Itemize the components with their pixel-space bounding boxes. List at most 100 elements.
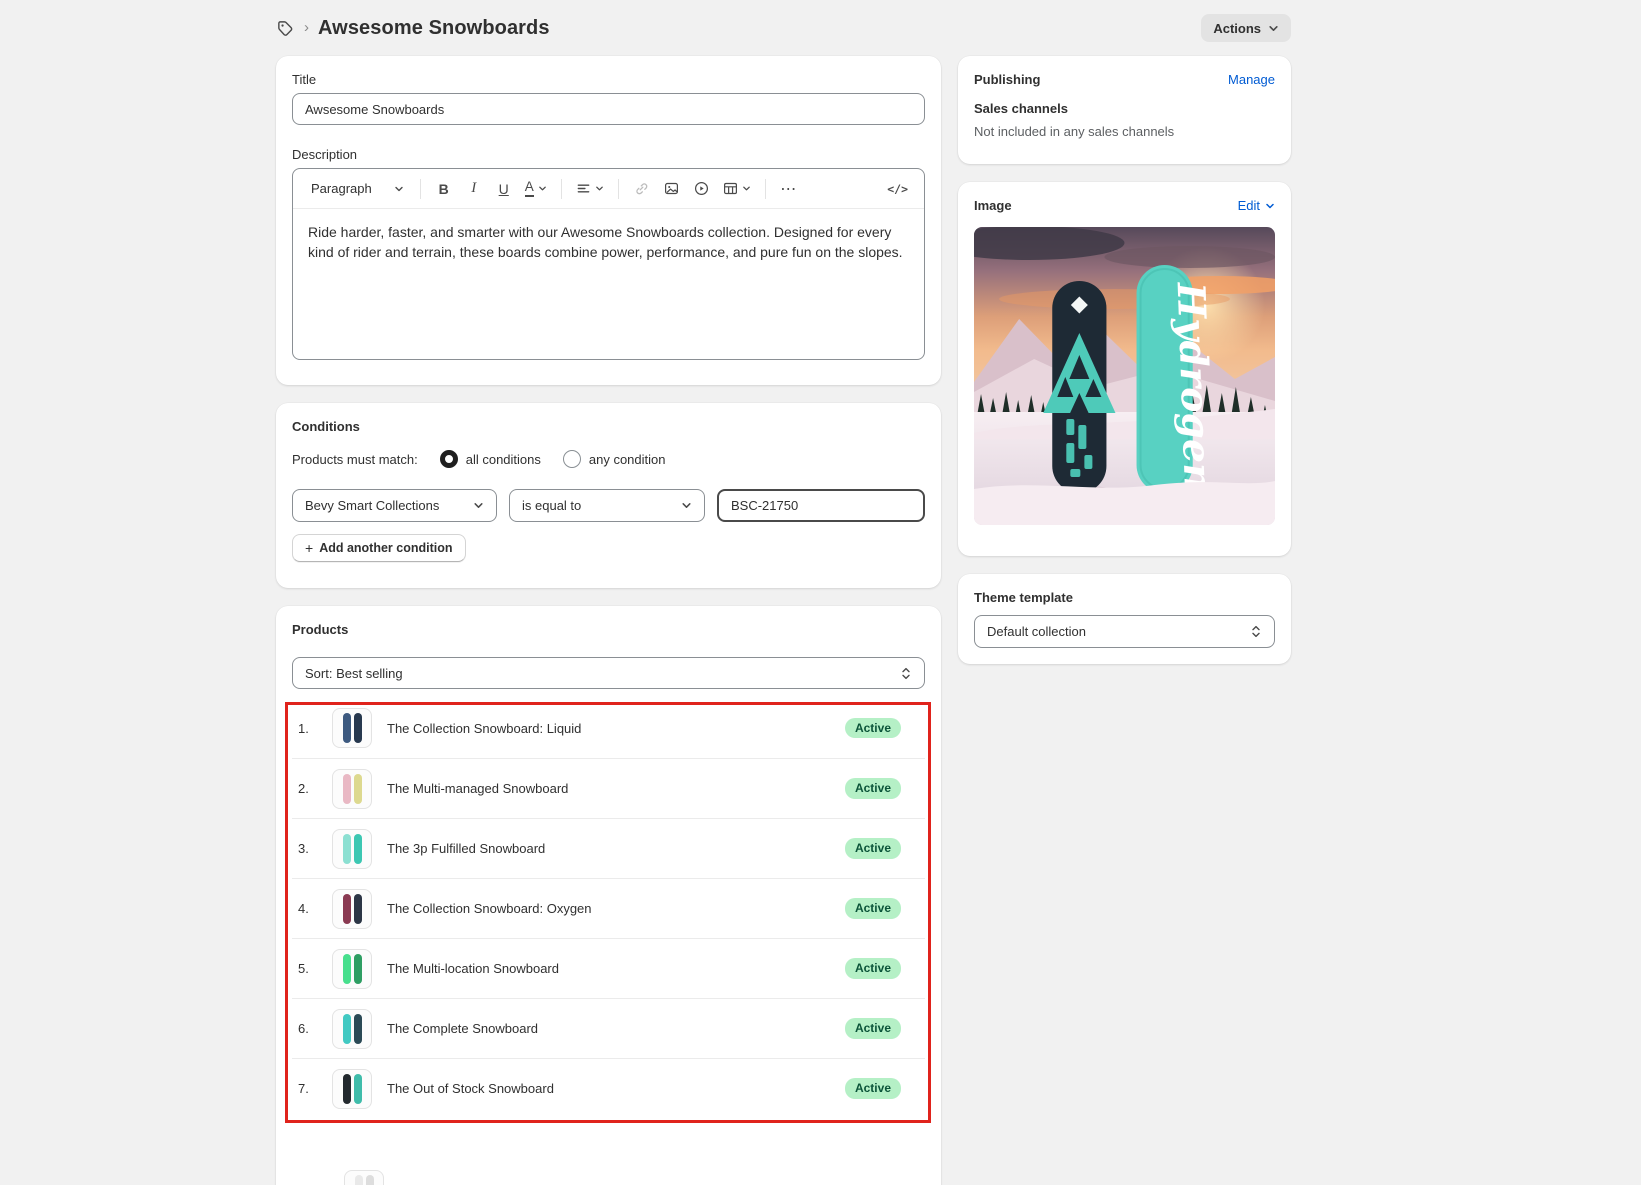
match-label: Products must match: <box>292 452 418 467</box>
condition-value-input[interactable] <box>717 489 925 522</box>
radio-all-conditions[interactable]: all conditions <box>440 450 541 468</box>
title-input[interactable] <box>292 93 925 125</box>
theme-template-heading: Theme template <box>974 590 1275 605</box>
toolbar-divider <box>561 179 562 199</box>
paragraph-style-dropdown[interactable]: Paragraph <box>305 176 410 202</box>
product-title-link[interactable]: The Collection Snowboard: Liquid <box>387 721 581 736</box>
sales-channels-label: Sales channels <box>974 101 1275 116</box>
link-icon[interactable] <box>629 176 655 202</box>
product-list-item[interactable]: 3. The 3p Fulfilled Snowboard Active <box>292 818 925 878</box>
product-list: 1. The Collection Snowboard: Liquid Acti… <box>292 698 925 1118</box>
select-stepper-icon <box>1250 624 1262 639</box>
page-header: › Awsesome Snowboards Actions <box>276 0 1291 56</box>
products-card: Products Sort: Best selling 1. The Colle… <box>276 606 941 1185</box>
product-thumbnail <box>332 1069 372 1109</box>
product-thumbnail <box>332 1009 372 1049</box>
product-title-link[interactable]: The Multi-managed Snowboard <box>387 781 568 796</box>
product-title-link[interactable]: The Complete Snowboard <box>387 1021 538 1036</box>
insert-video-icon[interactable] <box>689 176 715 202</box>
theme-template-card: Theme template Default collection <box>958 574 1291 664</box>
product-index: 5. <box>298 961 320 976</box>
radio-unselected-icon <box>563 450 581 468</box>
italic-button[interactable]: I <box>461 176 487 202</box>
product-thumbnail <box>332 829 372 869</box>
chevron-down-icon <box>595 184 604 193</box>
product-thumbnail <box>344 1170 384 1185</box>
product-index: 1. <box>298 721 320 736</box>
collection-detail-page: › Awsesome Snowboards Actions Title Desc… <box>0 0 1641 1185</box>
show-html-button[interactable]: </> <box>883 176 912 202</box>
condition-operator-select[interactable]: is equal to <box>509 489 705 522</box>
collection-image[interactable]: Hydrogen <box>974 227 1275 525</box>
product-list-item[interactable]: 1. The Collection Snowboard: Liquid Acti… <box>292 698 925 758</box>
conditions-heading: Conditions <box>292 419 925 434</box>
publishing-card: Publishing Manage Sales channels Not inc… <box>958 56 1291 164</box>
radio-all-label: all conditions <box>466 452 541 467</box>
insert-image-icon[interactable] <box>659 176 685 202</box>
board-brand-text: Hydrogen <box>1169 281 1221 492</box>
chevron-down-icon <box>681 500 692 511</box>
product-title-link[interactable]: The Out of Stock Snowboard <box>387 1081 554 1096</box>
product-list-item[interactable]: 5. The Multi-location Snowboard Active <box>292 938 925 998</box>
image-card: Image Edit <box>958 182 1291 556</box>
chevron-down-icon <box>1265 201 1275 211</box>
page-title: Awsesome Snowboards <box>318 17 550 40</box>
status-badge: Active <box>845 1078 901 1098</box>
image-heading: Image <box>974 198 1012 213</box>
sales-channels-status: Not included in any sales channels <box>974 124 1275 139</box>
bold-button[interactable]: B <box>431 176 457 202</box>
underline-button[interactable]: U <box>491 176 517 202</box>
more-formatting-button[interactable]: ⋯ <box>776 176 802 202</box>
plus-icon: + <box>305 540 313 556</box>
product-thumbnail <box>332 708 372 748</box>
toolbar-divider <box>765 179 766 199</box>
toolbar-divider <box>420 179 421 199</box>
title-description-card: Title Description Paragraph B I U A <box>276 56 941 385</box>
theme-template-select[interactable]: Default collection <box>974 615 1275 648</box>
radio-any-condition[interactable]: any condition <box>563 450 666 468</box>
product-thumbnail <box>332 949 372 989</box>
tag-icon[interactable] <box>276 19 295 38</box>
product-index: 2. <box>298 781 320 796</box>
edit-image-link[interactable]: Edit <box>1238 198 1275 213</box>
insert-table-button[interactable] <box>719 176 755 202</box>
chevron-down-icon <box>394 184 404 194</box>
description-editor: Paragraph B I U A <box>292 168 925 360</box>
title-label: Title <box>292 72 925 87</box>
sort-select[interactable]: Sort: Best selling <box>292 657 925 689</box>
actions-button[interactable]: Actions <box>1201 14 1291 42</box>
product-title-link[interactable]: The 3p Fulfilled Snowboard <box>387 841 545 856</box>
status-badge: Active <box>845 1018 901 1038</box>
select-stepper-icon <box>900 666 912 681</box>
product-list-item[interactable]: 6. The Complete Snowboard Active <box>292 998 925 1058</box>
product-thumbnail <box>332 889 372 929</box>
product-index: 3. <box>298 841 320 856</box>
product-list-item[interactable]: 2. The Multi-managed Snowboard Active <box>292 758 925 818</box>
status-badge: Active <box>845 778 901 798</box>
add-condition-button[interactable]: + Add another condition <box>292 534 466 562</box>
conditions-card: Conditions Products must match: all cond… <box>276 403 941 588</box>
description-label: Description <box>292 147 925 162</box>
description-textarea[interactable]: Ride harder, faster, and smarter with ou… <box>293 209 924 275</box>
product-title-link[interactable]: The Collection Snowboard: Oxygen <box>387 901 592 916</box>
chevron-down-icon <box>473 500 484 511</box>
chevron-down-icon <box>1268 23 1279 34</box>
text-color-button[interactable]: A <box>521 176 551 202</box>
product-list-item[interactable]: 4. The Collection Snowboard: Oxygen Acti… <box>292 878 925 938</box>
manage-link[interactable]: Manage <box>1228 72 1275 87</box>
radio-selected-icon <box>440 450 458 468</box>
status-badge: Active <box>845 898 901 918</box>
status-badge: Active <box>845 838 901 858</box>
chevron-down-icon <box>742 184 751 193</box>
product-title-link[interactable]: The Multi-location Snowboard <box>387 961 559 976</box>
toolbar-divider <box>618 179 619 199</box>
radio-any-label: any condition <box>589 452 666 467</box>
publishing-heading: Publishing <box>974 72 1040 87</box>
alignment-button[interactable] <box>572 176 608 202</box>
product-list-item[interactable]: 7. The Out of Stock Snowboard Active <box>292 1058 925 1118</box>
products-heading: Products <box>292 622 925 637</box>
product-thumbnail <box>332 769 372 809</box>
condition-field-select[interactable]: Bevy Smart Collections <box>292 489 497 522</box>
status-badge: Active <box>845 958 901 978</box>
product-index: 7. <box>298 1081 320 1096</box>
